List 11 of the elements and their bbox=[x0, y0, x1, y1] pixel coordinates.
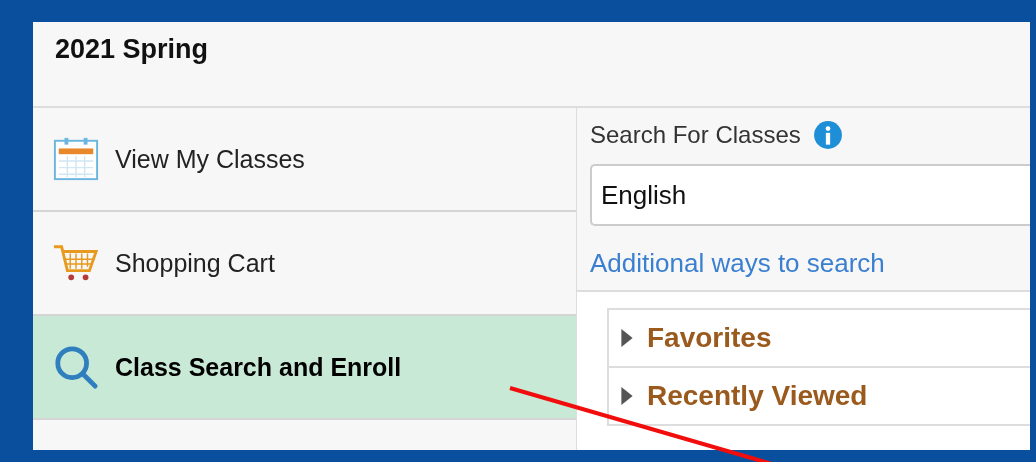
calendar-icon bbox=[53, 136, 99, 182]
accordion-section[interactable]: Recently Viewed bbox=[609, 366, 1030, 424]
sidebar-item[interactable]: Class Search and Enroll bbox=[33, 316, 576, 420]
sidebar-item[interactable]: View My Classes bbox=[33, 108, 576, 212]
info-icon[interactable] bbox=[812, 120, 843, 150]
search-label: Search For Classes bbox=[590, 121, 801, 149]
additional-search-link[interactable]: Additional ways to search bbox=[590, 248, 1030, 279]
accordion-section[interactable]: Favorites bbox=[609, 310, 1030, 366]
search-icon bbox=[53, 344, 99, 390]
term-title: 2021 Spring bbox=[55, 34, 209, 65]
search-field[interactable]: English bbox=[590, 164, 1030, 226]
